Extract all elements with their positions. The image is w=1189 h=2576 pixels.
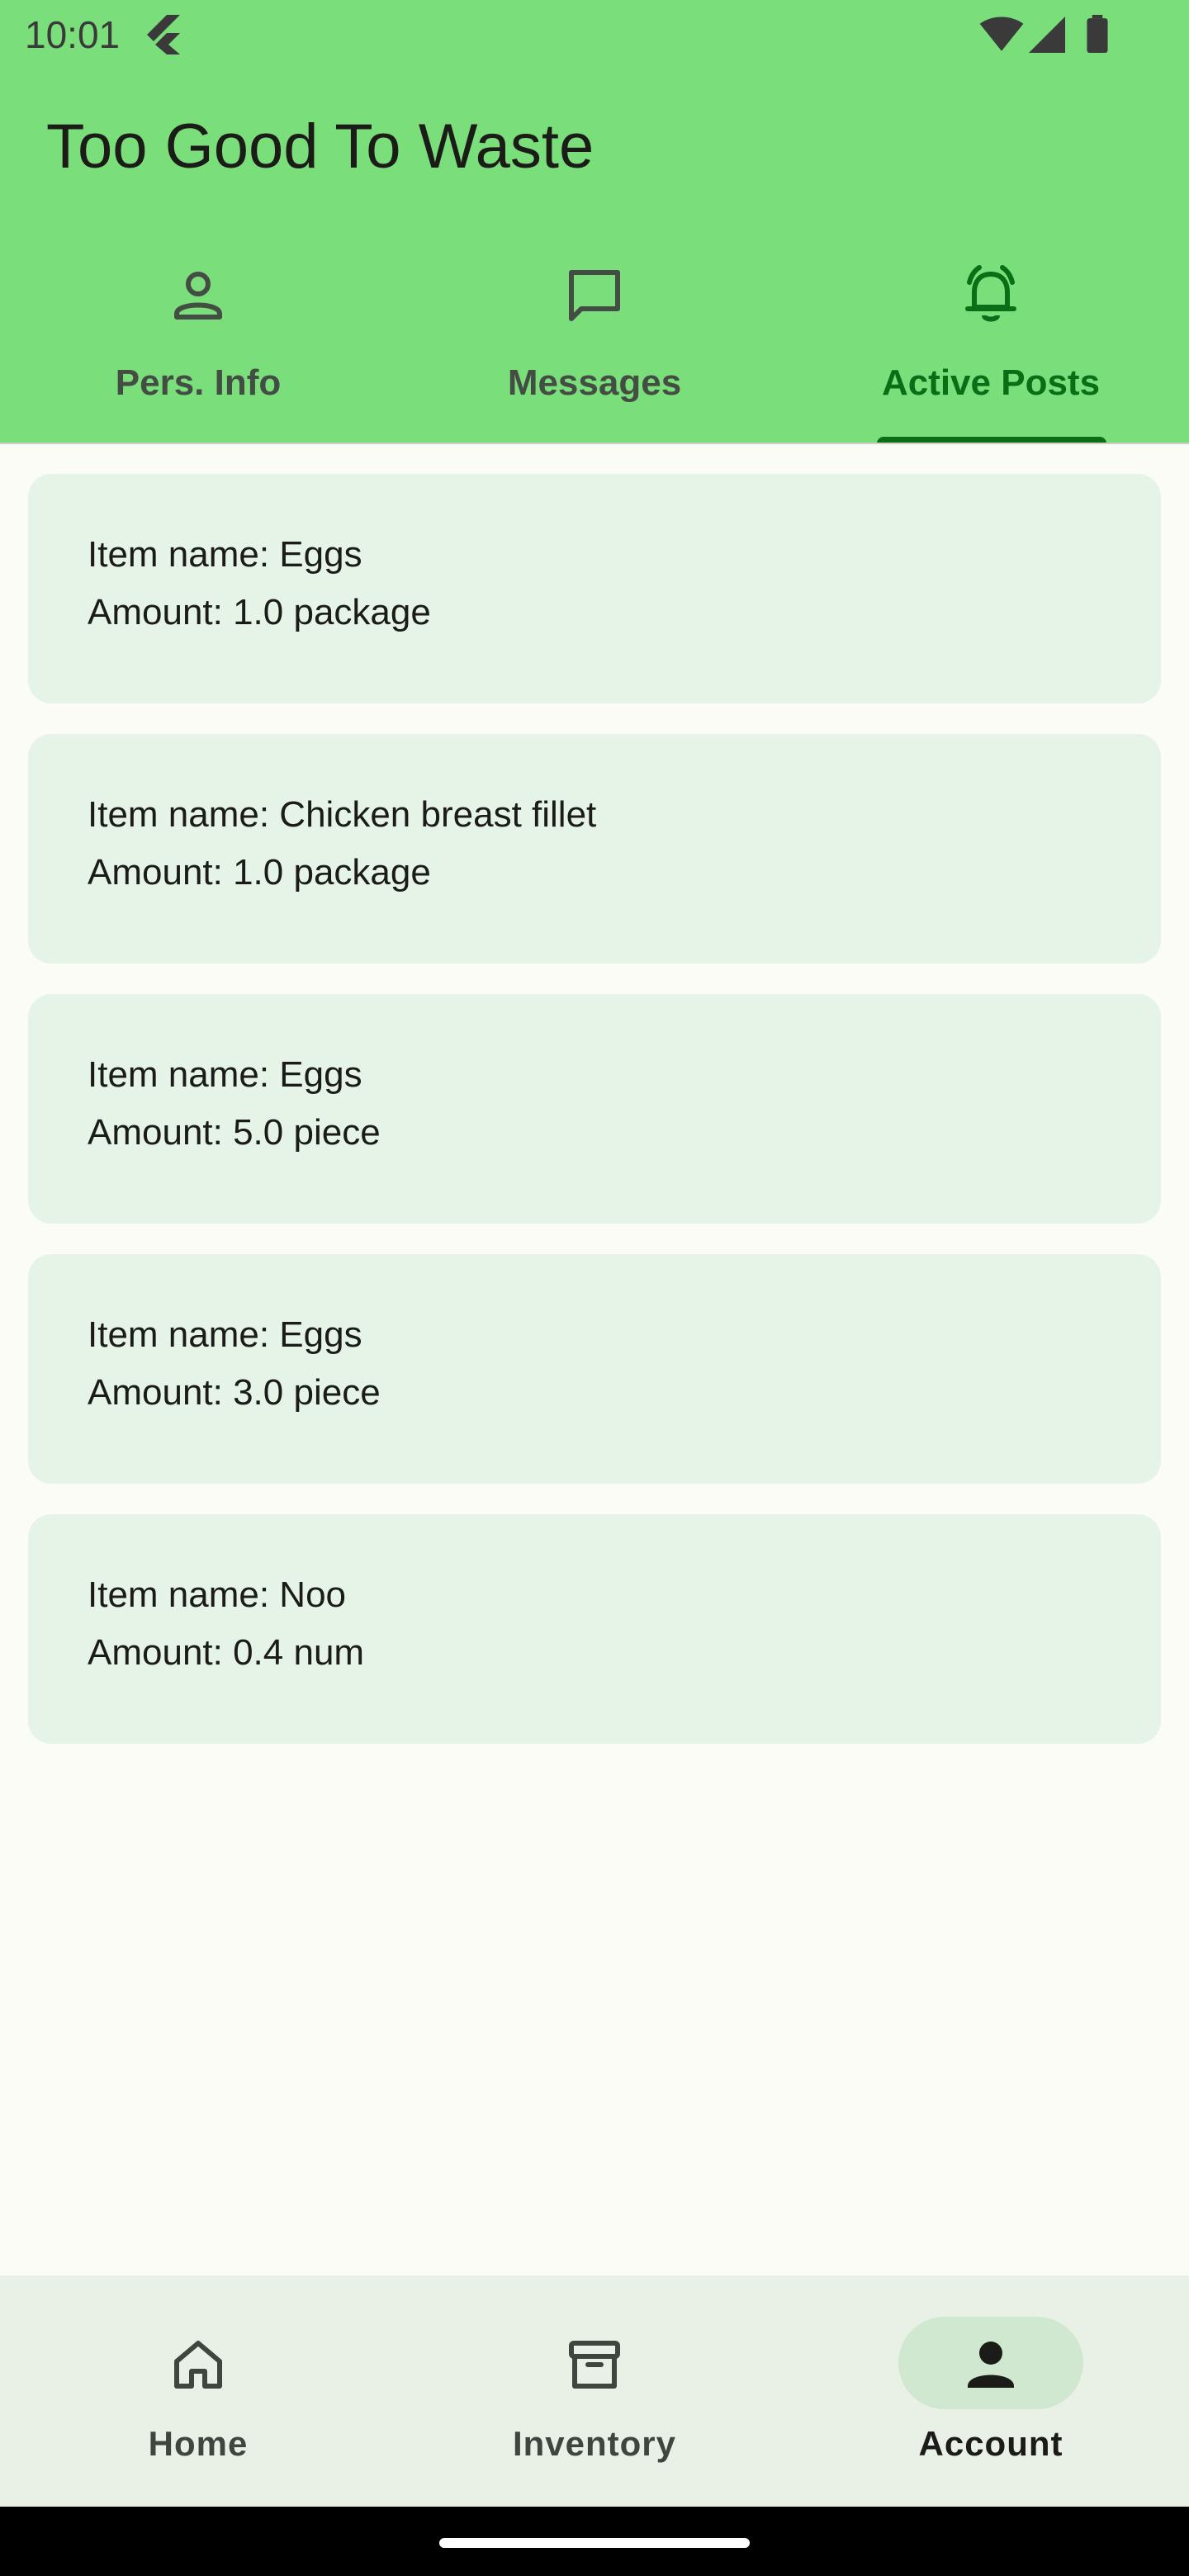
- post-card[interactable]: Item name: Eggs Amount: 3.0 piece: [28, 1254, 1161, 1484]
- tab-pers-info[interactable]: Pers. Info: [0, 239, 396, 443]
- notification-bell-icon: [965, 265, 1016, 322]
- cellular-signal-icon: [1029, 17, 1065, 53]
- post-amount: Amount: 0.4 num: [88, 1632, 365, 1673]
- post-amount: Amount: 1.0 package: [88, 592, 431, 632]
- status-bar: 10:01: [0, 0, 1189, 69]
- chat-icon: [569, 270, 620, 321]
- system-navigation-area: [0, 2507, 1189, 2576]
- home-icon: [174, 2341, 222, 2389]
- tab-messages[interactable]: Messages: [396, 239, 793, 443]
- battery-icon: [1087, 15, 1108, 53]
- tab-label: Active Posts: [881, 362, 1101, 403]
- bottom-navigation-bar: Home Inventory Account: [0, 2275, 1189, 2507]
- post-item-name: Item name: Eggs: [88, 1054, 362, 1095]
- post-amount: Amount: 1.0 package: [88, 852, 431, 893]
- post-card[interactable]: Item name: Eggs Amount: 1.0 package: [28, 474, 1161, 703]
- divider: [0, 443, 1189, 444]
- post-amount: Amount: 5.0 piece: [88, 1112, 381, 1153]
- post-card[interactable]: Item name: Chicken breast fillet Amount:…: [28, 734, 1161, 964]
- post-item-name: Item name: Eggs: [88, 1314, 362, 1355]
- tab-label: Pers. Info: [115, 362, 282, 403]
- post-card[interactable]: Item name: Noo Amount: 0.4 num: [28, 1514, 1161, 1744]
- nav-label: Home: [148, 2424, 249, 2463]
- nav-item-home[interactable]: Home: [0, 2275, 396, 2507]
- wifi-icon: [979, 17, 1024, 51]
- nav-label: Account: [918, 2424, 1063, 2463]
- app-title: Too Good To Waste: [46, 111, 594, 182]
- person-icon: [174, 272, 222, 320]
- tab-bar: Pers. Info Messages Active Posts: [0, 239, 1189, 443]
- post-item-name: Item name: Eggs: [88, 534, 362, 575]
- post-amount: Amount: 3.0 piece: [88, 1372, 381, 1413]
- tab-label: Messages: [507, 362, 682, 403]
- status-time: 10:01: [25, 13, 121, 56]
- tab-active-posts[interactable]: Active Posts: [793, 239, 1189, 443]
- person-filled-icon: [968, 2342, 1014, 2388]
- flutter-icon: [147, 15, 180, 54]
- nav-label: Inventory: [512, 2424, 677, 2463]
- post-item-name: Item name: Chicken breast fillet: [88, 794, 597, 835]
- gesture-handle[interactable]: [439, 2538, 750, 2548]
- post-card[interactable]: Item name: Eggs Amount: 5.0 piece: [28, 994, 1161, 1224]
- active-posts-list: Item name: Eggs Amount: 1.0 package Item…: [28, 474, 1161, 1774]
- post-item-name: Item name: Noo: [88, 1574, 347, 1615]
- app-bar: 10:01 Too Good To Waste Pers. Info Messa…: [0, 0, 1189, 443]
- archive-box-icon: [569, 2341, 620, 2389]
- nav-item-account[interactable]: Account: [793, 2275, 1189, 2507]
- nav-item-inventory[interactable]: Inventory: [396, 2275, 793, 2507]
